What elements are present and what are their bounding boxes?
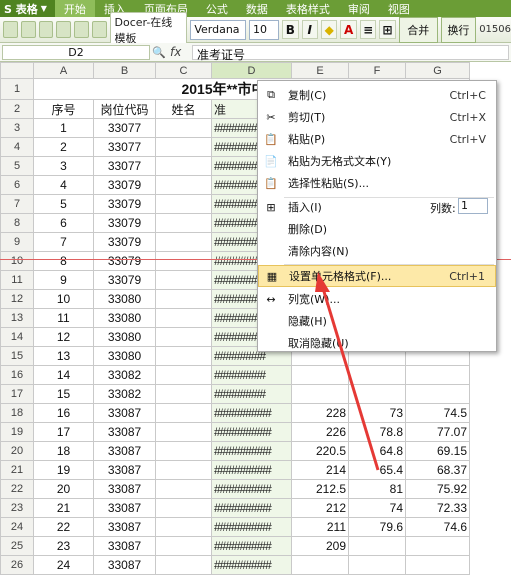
table-row: 23 21 33087 ########## 212 74 72.33 <box>0 498 470 518</box>
cell-a[interactable]: 24 <box>33 555 94 575</box>
cell-d[interactable]: ########## <box>211 536 292 556</box>
cell-c[interactable] <box>155 498 212 518</box>
cell-a[interactable]: 23 <box>33 536 94 556</box>
arrow-shaft <box>320 284 380 471</box>
cell-g[interactable] <box>405 536 470 556</box>
table-row: 24 22 33087 ########## 211 79.6 74.6 <box>0 517 470 537</box>
cell-f[interactable] <box>348 536 406 556</box>
row-header[interactable]: 23 <box>0 498 34 518</box>
cell-a[interactable]: 21 <box>33 498 94 518</box>
row-header[interactable]: 26 <box>0 555 34 575</box>
cell-g[interactable]: 74.6 <box>405 517 470 537</box>
cell-b[interactable]: 33087 <box>93 498 156 518</box>
cell-e[interactable]: 212 <box>291 498 349 518</box>
cell-c[interactable] <box>155 555 212 575</box>
cell-f[interactable] <box>348 555 406 575</box>
cell-d[interactable]: ########## <box>211 498 292 518</box>
table-row: 25 23 33087 ########## 209 <box>0 536 470 556</box>
arrow-head <box>315 272 330 292</box>
cell-a[interactable]: 22 <box>33 517 94 537</box>
cell-b[interactable]: 33087 <box>93 536 156 556</box>
row-header[interactable]: 25 <box>0 536 34 556</box>
annotation-arrow <box>315 272 380 471</box>
cell-c[interactable] <box>155 517 212 537</box>
cell-b[interactable]: 33087 <box>93 517 156 537</box>
table-row: 26 24 33087 ########## <box>0 555 470 575</box>
cell-g[interactable] <box>405 555 470 575</box>
row-header[interactable]: 24 <box>0 517 34 537</box>
cell-e[interactable]: 211 <box>291 517 349 537</box>
cell-e[interactable]: 209 <box>291 536 349 556</box>
cell-f[interactable]: 79.6 <box>348 517 406 537</box>
cell-d[interactable]: ########## <box>211 555 292 575</box>
cell-d[interactable]: ########## <box>211 517 292 537</box>
cell-f[interactable]: 74 <box>348 498 406 518</box>
cell-c[interactable] <box>155 536 212 556</box>
cell-e[interactable] <box>291 555 349 575</box>
cell-b[interactable]: 33087 <box>93 555 156 575</box>
cell-g[interactable]: 72.33 <box>405 498 470 518</box>
